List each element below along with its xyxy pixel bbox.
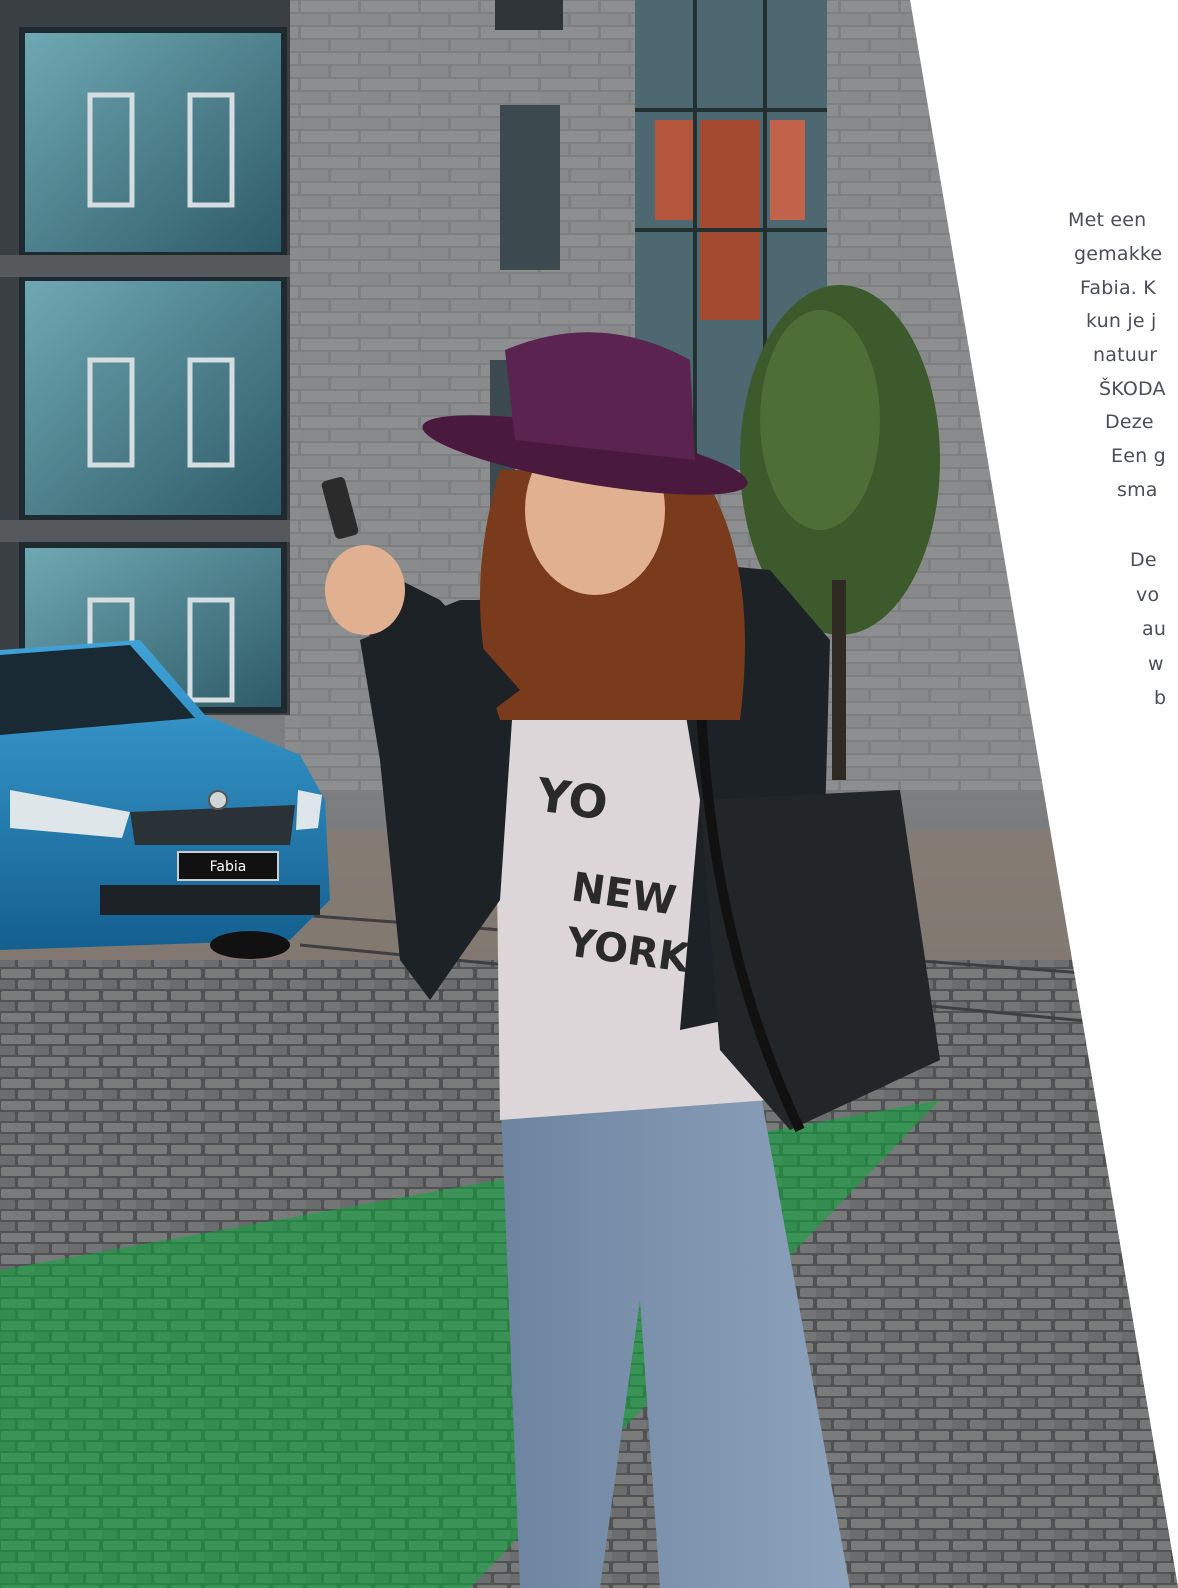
license-plate: Fabia <box>210 859 247 875</box>
hero-photo: Fabia YO NEW YORK <box>0 0 1178 1588</box>
brochure-page: Fabia YO NEW YORK Met een gemakke Fabia.… <box>0 0 1178 1588</box>
shirt-print-1: YO <box>532 767 611 830</box>
